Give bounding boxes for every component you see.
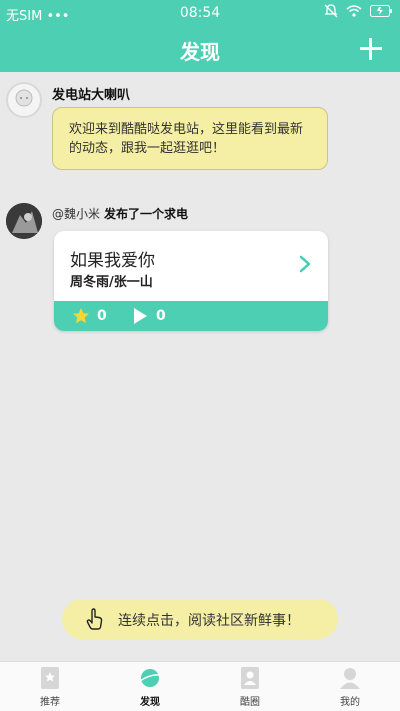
wifi-icon: [346, 5, 362, 17]
song-artist: 周冬雨/张一山: [70, 275, 153, 290]
user-silhouette-icon: [15, 89, 33, 107]
add-button[interactable]: [356, 34, 386, 64]
feed-user-handle[interactable]: @魏小米: [52, 207, 100, 221]
star-count: 0: [97, 308, 107, 324]
read-more-hint[interactable]: 连续点击，阅读社区新鲜事！: [62, 599, 338, 639]
tab-bar: 推荐 发现 酷圈 我的: [0, 661, 400, 711]
battery-icon: [370, 5, 392, 17]
welcome-message-bubble: 欢迎来到酷酷哒发电站，这里能看到最新的动态，跟我一起逛逛吧！: [52, 107, 328, 170]
feed-action: 发布了一个求电: [104, 207, 189, 221]
status-bar: 无SIM ••• 08:54: [0, 0, 400, 26]
song-card-stats-bar: 0 0: [54, 301, 328, 331]
play-icon[interactable]: [132, 307, 148, 325]
tab-cool-circle[interactable]: 酷圈: [200, 662, 300, 711]
tab-discover[interactable]: 发现: [100, 662, 200, 711]
song-card[interactable]: 如果我爱你 周冬雨/张一山 0 0: [54, 231, 328, 331]
page-title: 发现: [180, 40, 220, 64]
tab-cool-circle-label: 酷圈: [240, 697, 260, 708]
song-title: 如果我爱你: [70, 251, 155, 271]
user-icon: [340, 668, 360, 689]
star-icon[interactable]: [72, 307, 90, 325]
status-icons: [324, 4, 392, 18]
bookmark-star-icon: [41, 667, 59, 689]
feed-author-name[interactable]: 发电站大喇叭: [52, 84, 130, 103]
tab-recommend-label: 推荐: [40, 697, 60, 708]
tab-mine[interactable]: 我的: [300, 662, 400, 711]
tab-mine-label: 我的: [340, 697, 360, 708]
app-header: 发现: [0, 26, 400, 72]
feed-meta: @魏小米 发布了一个求电: [52, 205, 188, 222]
chevron-right-icon[interactable]: [296, 255, 314, 273]
tab-discover-label: 发现: [140, 697, 160, 708]
avatar-broadcast[interactable]: [6, 82, 42, 118]
avatar-user[interactable]: [6, 203, 42, 239]
tab-recommend[interactable]: 推荐: [0, 662, 100, 711]
user-photo-icon: [6, 203, 42, 239]
play-count: 0: [156, 308, 166, 324]
hint-text: 连续点击，阅读社区新鲜事！: [118, 613, 300, 629]
profile-card-icon: [241, 667, 259, 689]
mute-bell-icon: [324, 4, 338, 18]
planet-icon: [139, 669, 161, 687]
hand-pointer-icon: [86, 608, 103, 630]
